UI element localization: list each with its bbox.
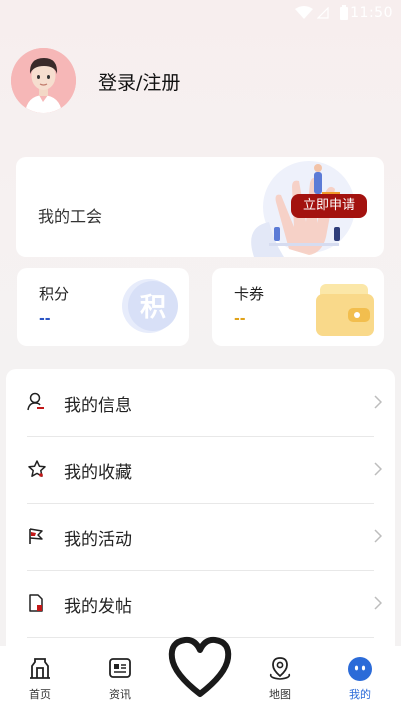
mine-face-icon — [348, 657, 372, 681]
star-icon — [28, 460, 46, 477]
chevron-right-icon — [374, 462, 382, 476]
login-register-link[interactable]: 登录/注册 — [98, 68, 180, 95]
menu-item-my-info[interactable]: 我的信息 — [27, 369, 382, 437]
menu-item-my-favorites[interactable]: 我的收藏 — [27, 436, 382, 504]
tab-label-map: 地图 — [269, 688, 291, 701]
news-icon — [109, 658, 131, 678]
menu-label-my-favorites: 我的收藏 — [64, 463, 132, 483]
points-card[interactable]: 积 积分 -- — [17, 268, 189, 346]
menu-label-my-info: 我的信息 — [64, 396, 132, 416]
coupons-value: -- — [234, 311, 246, 327]
tab-label-home: 首页 — [29, 688, 51, 701]
flag-icon — [29, 528, 43, 544]
union-title: 我的工会 — [38, 207, 103, 226]
menu-item-my-posts[interactable]: 我的发帖 — [27, 570, 382, 638]
no-signal-icon — [317, 7, 329, 19]
home-gate-icon — [30, 658, 50, 679]
document-icon — [29, 594, 43, 612]
wallet-icon — [316, 284, 374, 336]
points-icon: 积 — [122, 279, 178, 333]
tab-label-mine: 我的 — [349, 688, 371, 701]
status-time: 11:50 — [350, 5, 393, 21]
tab-news[interactable]: 资讯 — [80, 646, 160, 712]
menu-list: 我的信息 我的收藏 我的活动 我的发帖 — [6, 369, 395, 669]
user-avatar-icon — [11, 48, 76, 113]
svg-text:积: 积 — [140, 293, 166, 323]
menu-label-my-posts: 我的发帖 — [64, 597, 132, 617]
menu-label-my-activities: 我的活动 — [64, 530, 132, 550]
tab-mine[interactable]: 我的 — [320, 646, 400, 712]
points-value: -- — [39, 311, 51, 327]
chevron-right-icon — [374, 529, 382, 543]
status-bar: 11:50 — [0, 0, 401, 28]
avatar[interactable] — [11, 48, 76, 113]
points-label: 积分 — [39, 285, 70, 303]
user-icon — [27, 392, 44, 411]
battery-icon — [340, 5, 348, 20]
union-card[interactable]: 我的工会 立即申请 — [16, 157, 384, 257]
tab-label-news: 资讯 — [109, 688, 131, 701]
tab-home[interactable]: 首页 — [0, 646, 80, 712]
coupons-label: 卡券 — [234, 285, 265, 303]
map-pin-icon — [269, 657, 291, 680]
apply-now-button[interactable]: 立即申请 — [291, 194, 367, 218]
chevron-right-icon — [374, 395, 382, 409]
coupons-card[interactable]: 卡券 -- — [212, 268, 384, 346]
menu-item-my-activities[interactable]: 我的活动 — [27, 503, 382, 571]
tab-map[interactable]: 地图 — [240, 646, 320, 712]
wifi-icon — [295, 6, 313, 19]
heart-icon[interactable] — [166, 630, 234, 702]
chevron-right-icon — [374, 596, 382, 610]
